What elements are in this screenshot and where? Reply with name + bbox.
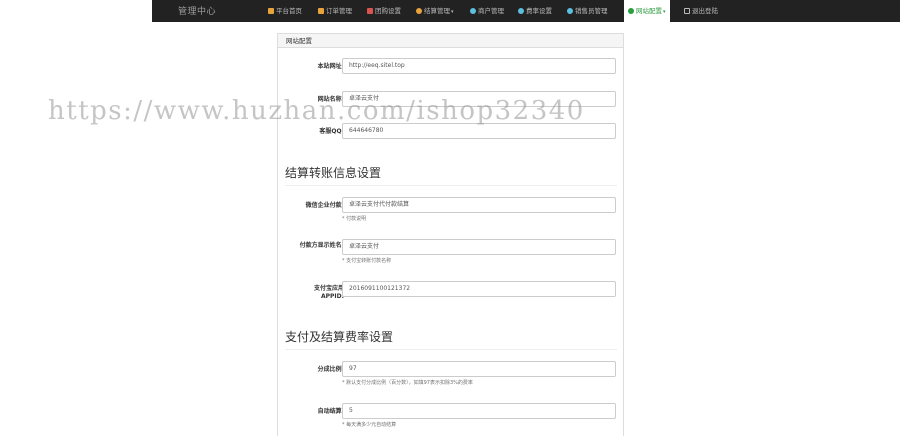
- appid-input[interactable]: 2016091100121372: [342, 281, 616, 297]
- gift-icon: [367, 8, 373, 14]
- nav-orders[interactable]: 订单管理: [318, 0, 352, 22]
- site-config-panel: 网站配置 本站网址: http://eeq.sitel.top 网站名称: 卓泽…: [277, 33, 624, 436]
- home-icon: [268, 8, 274, 14]
- split-rate-help: * 默认支付分成比例（百分数），如填97表示扣除3%的费率: [342, 380, 473, 386]
- wechat-name-label: 微信企业付款:: [305, 202, 344, 209]
- wechat-name-help: * 付款说明: [342, 216, 367, 222]
- section-rate-title: 支付及结算费率设置: [285, 330, 394, 344]
- brand-title[interactable]: 管理中心: [178, 4, 216, 17]
- chevron-down-icon: ▾: [663, 9, 666, 15]
- auto-settle-help: * 每天满多少元自动结算: [342, 422, 397, 428]
- appid-label: 支付宝应用APPID:: [313, 285, 344, 300]
- nav-site-config-label: 网站配置: [636, 7, 662, 15]
- nav-sales[interactable]: 销售员管理: [567, 0, 608, 22]
- payer-name-help: * 支付宝转账付款名称: [342, 258, 392, 264]
- watermark-text: https://www.huzhan.com/ishop32340: [48, 96, 585, 126]
- user-icon: [518, 8, 524, 14]
- qq-label: 客服QQ:: [319, 128, 344, 135]
- nav-orders-label: 订单管理: [326, 7, 352, 15]
- cart-icon: [318, 8, 324, 14]
- panel-title: 网站配置: [278, 34, 623, 48]
- nav-group-buy[interactable]: 团购设置: [367, 0, 401, 22]
- split-rate-label: 分成比例:: [317, 366, 344, 373]
- nav-logout-label: 退出登陆: [692, 7, 718, 15]
- nav-sales-label: 销售员管理: [575, 7, 608, 15]
- wechat-name-input[interactable]: 卓泽云支付代付款结算: [342, 197, 616, 213]
- nav-group-buy-label: 团购设置: [375, 7, 401, 15]
- section-divider: [285, 185, 617, 186]
- nav-merchants[interactable]: 商户管理: [470, 0, 504, 22]
- nav-home[interactable]: 平台首页: [268, 0, 302, 22]
- nav-home-label: 平台首页: [276, 7, 302, 15]
- nav-settlement-label: 结算管理: [424, 7, 450, 15]
- user-icon: [567, 8, 573, 14]
- auto-settle-input[interactable]: 5: [342, 403, 616, 419]
- site-url-label: 本站网址:: [317, 63, 344, 70]
- section-divider: [285, 349, 617, 350]
- auto-settle-label: 自动结算:: [317, 408, 344, 415]
- chevron-down-icon: ▾: [451, 9, 454, 15]
- nav-logout[interactable]: 退出登陆: [684, 0, 718, 22]
- top-navbar: 管理中心 平台首页 订单管理 团购设置 结算管理▾ 商户管理 费率设置 销售员管…: [0, 0, 900, 22]
- cloud-icon: [416, 8, 422, 14]
- chat-icon: [628, 8, 634, 14]
- payer-name-label: 付款方显示姓名:: [299, 242, 344, 249]
- section-transfer-title: 结算转账信息设置: [285, 166, 382, 180]
- logout-icon: [684, 8, 690, 14]
- split-rate-input[interactable]: 97: [342, 361, 616, 377]
- site-url-input[interactable]: http://eeq.sitel.top: [342, 58, 616, 74]
- payer-name-input[interactable]: 卓泽云支付: [342, 239, 616, 255]
- nav-site-config[interactable]: 网站配置▾: [624, 0, 670, 22]
- nav-merchants-label: 商户管理: [478, 7, 504, 15]
- nav-settlement[interactable]: 结算管理▾: [416, 0, 454, 22]
- nav-rates-label: 费率设置: [526, 7, 552, 15]
- nav-rates[interactable]: 费率设置: [518, 0, 552, 22]
- user-icon: [470, 8, 476, 14]
